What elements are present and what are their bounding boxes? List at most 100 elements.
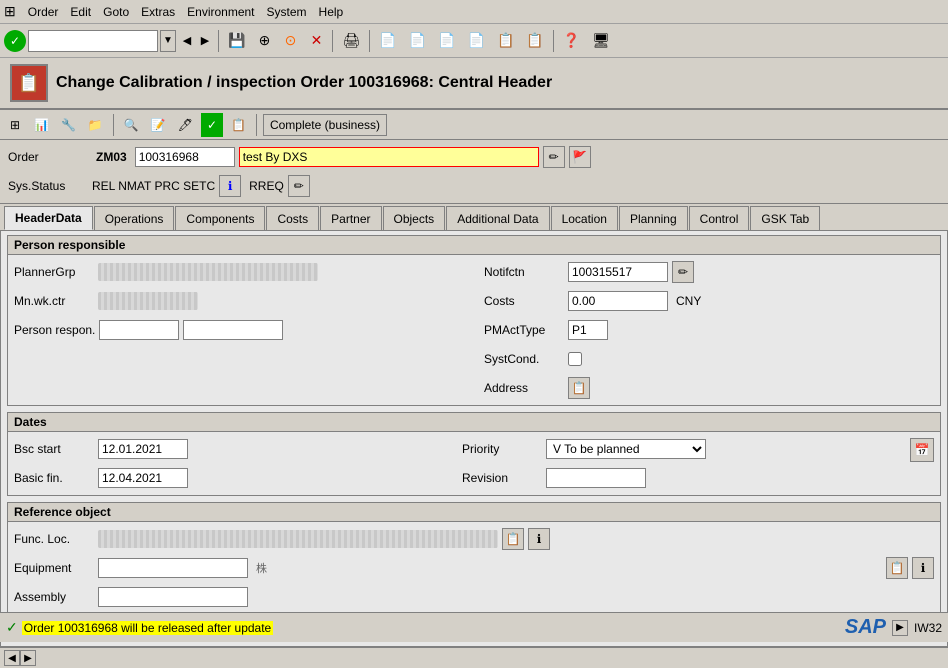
tab-operations[interactable]: Operations <box>94 206 175 230</box>
info-icon-btn[interactable]: ℹ <box>219 175 241 197</box>
menu-goto[interactable]: Goto <box>103 5 129 19</box>
tab-costs[interactable]: Costs <box>266 206 319 230</box>
notifctn-input[interactable] <box>568 262 668 282</box>
equipment-indicator: 株 <box>256 560 267 576</box>
tab-components[interactable]: Components <box>175 206 265 230</box>
sec-btn-2[interactable]: 📊 <box>30 113 53 137</box>
priority-label: Priority <box>462 442 542 456</box>
copy-button-4[interactable]: 📄 <box>463 28 490 54</box>
scroll-right-button[interactable]: ▶ <box>20 650 36 666</box>
equipment-row: Equipment 株 📋 ℹ <box>14 557 934 579</box>
tab-location[interactable]: Location <box>551 206 618 230</box>
sap-icon: ⊞ <box>4 3 16 20</box>
tab-objects[interactable]: Objects <box>383 206 446 230</box>
help-button[interactable]: ❓ <box>558 28 585 54</box>
copy-button-3[interactable]: 📄 <box>433 28 460 54</box>
person-respon-input2[interactable] <box>183 320 283 340</box>
nav-back-arrow[interactable]: ◀ <box>178 30 196 52</box>
equipment-input[interactable] <box>98 558 248 578</box>
menu-order[interactable]: Order <box>28 5 59 19</box>
edit-desc-button[interactable]: ✏ <box>543 146 565 168</box>
navigation-combo[interactable]: ▼ <box>28 30 176 52</box>
print-button[interactable]: 🖨 <box>337 28 365 54</box>
mn-wk-ctr-value[interactable] <box>98 292 198 310</box>
menu-extras[interactable]: Extras <box>141 5 175 19</box>
sec-btn-4[interactable]: 📁 <box>84 113 107 137</box>
sys-status-values-2: RREQ <box>249 179 284 193</box>
tab-planning[interactable]: Planning <box>619 206 688 230</box>
assembly-input[interactable] <box>98 587 248 607</box>
func-loc-value[interactable] <box>98 530 498 548</box>
sys-status-label: Sys.Status <box>8 179 88 193</box>
tab-control[interactable]: Control <box>689 206 750 230</box>
order-desc-input[interactable] <box>239 147 539 167</box>
order-number-input[interactable] <box>135 147 235 167</box>
nav-input[interactable] <box>28 30 158 52</box>
secondary-toolbar: ⊞ 📊 🔧 📁 🔍 📝 🖊 ✓ 📋 Complete (business) <box>0 110 948 140</box>
equipment-nav-button[interactable]: 📋 <box>886 557 908 579</box>
status-nav-btn-1[interactable]: ▶ <box>892 620 908 636</box>
dates-calendar-button[interactable]: 📅 <box>910 438 934 462</box>
func-loc-row: Func. Loc. 📋 ℹ <box>14 528 934 550</box>
bsc-start-input[interactable] <box>98 439 188 459</box>
address-icon-button[interactable]: 📋 <box>568 377 590 399</box>
copy-button-5[interactable]: 📋 <box>492 28 519 54</box>
notifctn-edit-button[interactable]: ✏ <box>672 261 694 283</box>
sec-btn-1[interactable]: ⊞ <box>4 113 26 137</box>
person-respon-input1[interactable] <box>99 320 179 340</box>
planner-grp-value[interactable] <box>98 263 318 281</box>
title-icon: 📋 <box>10 64 48 102</box>
pmact-row: PMActType <box>484 319 934 341</box>
sec-btn-8[interactable]: ✓ <box>201 113 223 137</box>
nav-forward-arrow[interactable]: ▶ <box>196 30 214 52</box>
copy-button-2[interactable]: 📄 <box>404 28 431 54</box>
main-toolbar: ✓ ▼ ◀ ▶ 💾 ⊕ ⊙ ✕ 🖨 📄 📄 📄 📄 📋 📋 ❓ 🖥 <box>0 24 948 58</box>
sec-btn-6[interactable]: 📝 <box>147 113 170 137</box>
priority-select[interactable]: V To be planned <box>546 439 706 459</box>
dates-section: Dates Bsc start Basic fin. Priority V To… <box>7 412 941 496</box>
tab-additional-data[interactable]: Additional Data <box>446 206 549 230</box>
sec-separator-1 <box>113 114 114 136</box>
sec-btn-5[interactable]: 🔍 <box>120 113 143 137</box>
pmact-input[interactable] <box>568 320 608 340</box>
revision-input[interactable] <box>546 468 646 488</box>
cancel-button[interactable]: ✕ <box>304 28 328 54</box>
func-loc-info-button[interactable]: ℹ <box>528 528 550 550</box>
costs-input[interactable] <box>568 291 668 311</box>
address-row: Address 📋 <box>484 377 934 399</box>
tab-gsk[interactable]: GSK Tab <box>750 206 820 230</box>
pmact-label: PMActType <box>484 323 564 337</box>
basic-fin-input[interactable] <box>98 468 188 488</box>
equipment-info-button[interactable]: ℹ <box>912 557 934 579</box>
combo-dropdown-arrow[interactable]: ▼ <box>160 30 176 52</box>
menu-help[interactable]: Help <box>319 5 344 19</box>
tab-partner[interactable]: Partner <box>320 206 381 230</box>
copy-button-1[interactable]: 📄 <box>374 28 401 54</box>
assembly-label: Assembly <box>14 590 94 604</box>
menu-edit[interactable]: Edit <box>70 5 91 19</box>
revision-row: Revision <box>462 467 890 489</box>
tab-headerdata[interactable]: HeaderData <box>4 206 93 230</box>
ref-object-section: Reference object Func. Loc. 📋 ℹ Equipmen… <box>7 502 941 615</box>
order-label: Order <box>8 150 88 164</box>
scroll-left-button[interactable]: ◀ <box>4 650 20 666</box>
shortcut-button-2[interactable]: ⊙ <box>278 28 302 54</box>
flag-button[interactable]: 🚩 <box>569 146 591 168</box>
copy-button-6[interactable]: 📋 <box>521 28 548 54</box>
status-message-area: ✓ Order 100316968 will be released after… <box>6 619 273 636</box>
func-loc-nav-button[interactable]: 📋 <box>502 528 524 550</box>
systcond-checkbox[interactable] <box>568 352 582 366</box>
sec-btn-7[interactable]: 🖊 <box>174 113 197 137</box>
save-button[interactable]: 💾 <box>223 28 250 54</box>
customize-button[interactable]: 🖥 <box>587 28 615 54</box>
menu-environment[interactable]: Environment <box>187 5 254 19</box>
shortcut-button-1[interactable]: ⊕ <box>252 28 276 54</box>
systcond-row: SystCond. <box>484 348 934 370</box>
content-area: Person responsible PlannerGrp Mn.wk.ctr … <box>0 230 948 647</box>
edit-status-button[interactable]: ✏ <box>288 175 310 197</box>
separator-1 <box>218 30 219 52</box>
menu-system[interactable]: System <box>267 5 307 19</box>
notifctn-label: Notifctn <box>484 265 564 279</box>
sec-btn-3[interactable]: 🔧 <box>57 113 80 137</box>
sec-btn-9[interactable]: 📋 <box>227 113 250 137</box>
